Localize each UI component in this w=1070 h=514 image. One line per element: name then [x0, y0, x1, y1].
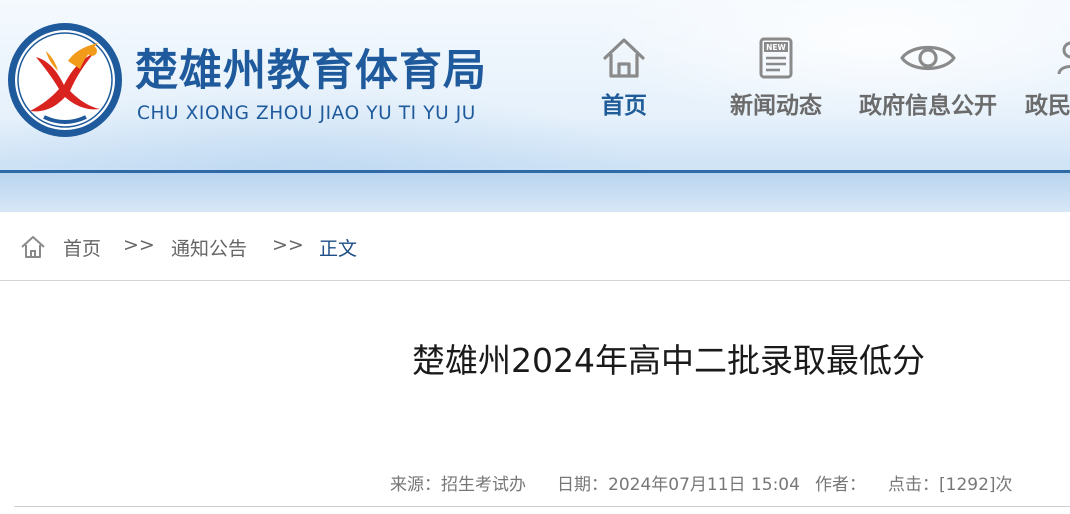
article-title: 楚雄州2024年高中二批录取最低分 — [412, 341, 925, 380]
nav-item-home[interactable]: 首页 — [590, 34, 658, 124]
site-title: 楚雄州教育体育局 — [135, 46, 487, 96]
nav-item-label: 新闻动态 — [730, 93, 822, 119]
home-icon[interactable] — [20, 234, 46, 265]
house-icon — [590, 34, 658, 82]
article-source: 来源：招生考试办 — [390, 475, 526, 495]
article-view-count: 点击：[1292]次 — [888, 475, 1013, 495]
nav-item-news[interactable]: NEW 新闻动态 — [722, 34, 830, 124]
breadcrumb-current: 正文 — [319, 238, 358, 260]
breadcrumb-separator: >> — [123, 234, 155, 256]
site-title-pinyin: CHU XIONG ZHOU JIAO YU TI YU JU — [137, 103, 476, 124]
nav-item-label: 首页 — [601, 93, 647, 119]
article-date: 日期：2024年07月11日 15:04 — [557, 475, 800, 495]
breadcrumb: 首页 >> 通知公告 >> 正文 — [0, 212, 1070, 281]
newspaper-icon: NEW — [722, 34, 830, 82]
people-icon — [1055, 34, 1070, 82]
breadcrumb-section-link[interactable]: 通知公告 — [171, 234, 247, 261]
nav-item-label: 政民 — [1025, 93, 1070, 119]
breadcrumb-separator: >> — [272, 234, 304, 256]
meta-divider — [14, 506, 1070, 507]
header-band — [0, 173, 1070, 212]
breadcrumb-home-link[interactable]: 首页 — [63, 234, 101, 261]
svg-text:NEW: NEW — [766, 43, 786, 52]
nav-item-gov-info[interactable]: 政府信息公开 — [848, 34, 1008, 124]
site-header: 楚雄州教育体育局 CHU XIONG ZHOU JIAO YU TI YU JU… — [0, 0, 1070, 212]
site-logo[interactable] — [6, 21, 124, 139]
nav-item-gov-public[interactable]: 政民 — [1025, 34, 1070, 124]
article-author: 作者： — [815, 475, 866, 495]
nav-item-label: 政府信息公开 — [859, 93, 997, 119]
eye-icon — [848, 34, 1008, 82]
bureau-emblem-icon — [8, 23, 122, 137]
